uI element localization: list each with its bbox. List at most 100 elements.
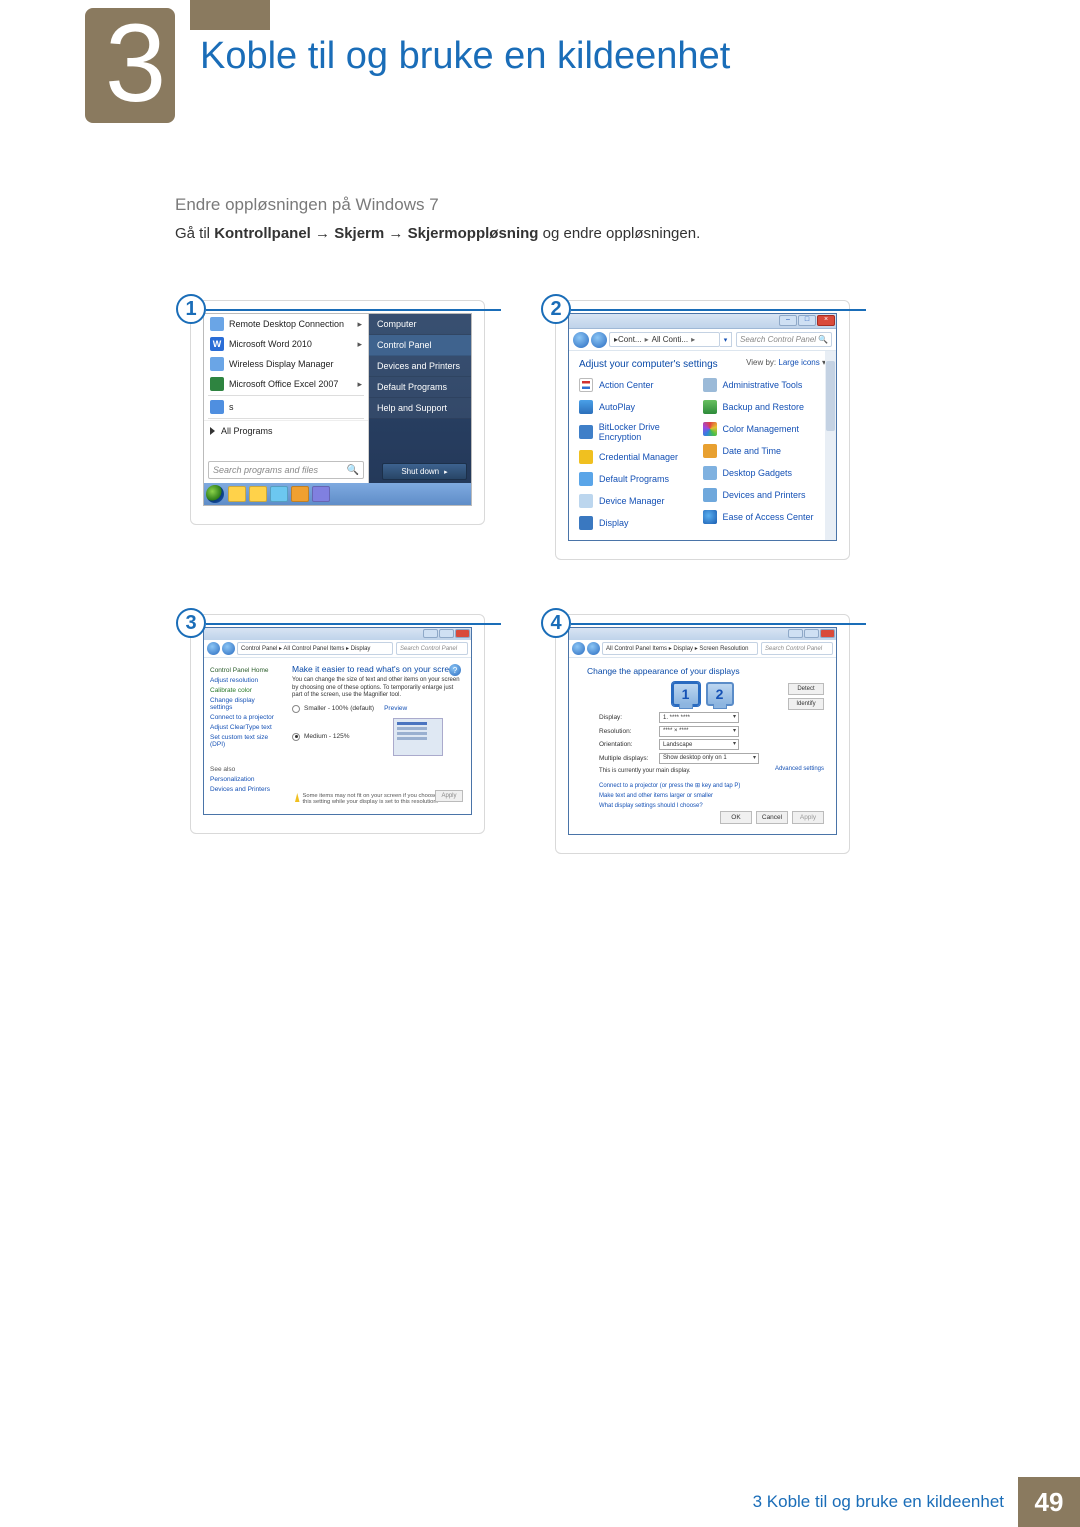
ok-button[interactable]: OK [720,811,752,824]
backup-icon [703,400,717,414]
cp-item-gadgets[interactable]: Desktop Gadgets [703,462,827,484]
taskbar-icon[interactable] [270,486,288,502]
maximize-button[interactable] [439,629,454,638]
start-link-help-support[interactable]: Help and Support [369,398,471,419]
maximize-button[interactable] [804,629,819,638]
cp-item-devices-printers[interactable]: Devices and Printers [703,484,827,506]
back-icon[interactable] [572,642,585,655]
cp-item-action-center[interactable]: Action Center [579,374,703,396]
search-input[interactable]: Search Control Panel🔍 [736,332,832,347]
back-icon[interactable] [207,642,220,655]
cp-item-ease-of-access[interactable]: Ease of Access Center [703,506,827,528]
start-link-computer[interactable]: Computer [369,314,471,335]
help-icon[interactable]: ? [449,664,461,676]
cp-item-color[interactable]: Color Management [703,418,827,440]
cancel-button[interactable]: Cancel [756,811,788,824]
side-link[interactable]: Connect to a projector [210,714,278,721]
start-menu-item[interactable]: Remote Desktop Connection▸ [204,314,368,334]
close-button[interactable] [455,629,470,638]
side-link-active[interactable]: Calibrate color [210,687,278,694]
start-menu-item[interactable]: Wireless Display Manager [204,354,368,374]
monitor-2[interactable]: 2 [706,682,734,706]
close-button[interactable]: × [817,315,835,326]
cp-item-admin-tools[interactable]: Administrative Tools [703,374,827,396]
taskbar-icon[interactable] [312,486,330,502]
cp-item-backup[interactable]: Backup and Restore [703,396,827,418]
lbl-display: Display: [599,714,659,721]
radio-smaller[interactable]: Smaller - 100% (default)Preview [292,705,463,713]
identify-button[interactable]: Identify [788,698,824,710]
orientation-select[interactable]: Landscape [659,739,739,750]
taskbar-icon[interactable] [249,486,267,502]
breadcrumb[interactable]: ▸Cont...▸All Conti...▸ [609,332,720,347]
apply-button[interactable]: Apply [435,790,463,802]
taskbar-icon[interactable] [291,486,309,502]
cp-item-datetime[interactable]: Date and Time [703,440,827,462]
larger-link[interactable]: Make text and other items larger or smal… [599,793,836,799]
detect-identify-buttons: Detect Identify [788,683,824,713]
close-button[interactable] [820,629,835,638]
projector-link[interactable]: Connect to a projector (or press the ⊞ k… [599,782,836,789]
scrollbar[interactable] [825,351,836,540]
cp-item-autoplay[interactable]: AutoPlay [579,396,703,418]
cp-item-label: Action Center [599,380,654,390]
word-icon: W [210,337,224,351]
preview-link[interactable]: Preview [384,705,407,712]
side-link[interactable]: Set custom text size (DPI) [210,734,278,748]
step-line-3 [206,623,501,625]
programs-icon [579,472,593,486]
apply-button[interactable]: Apply [792,811,824,824]
taskbar-icon[interactable] [228,486,246,502]
monitor-1[interactable]: 1 [672,682,700,706]
start-menu-item[interactable]: WMicrosoft Word 2010▸ [204,334,368,354]
what-link[interactable]: What display settings should I choose? [599,803,836,809]
breadcrumb[interactable]: All Control Panel Items ▸ Display ▸ Scre… [602,642,758,655]
minimize-button[interactable]: – [779,315,797,326]
all-programs-button[interactable]: All Programs [204,420,368,440]
minimize-button[interactable] [423,629,438,638]
cp-item-display[interactable]: Display [579,512,703,534]
start-menu-item[interactable]: Microsoft Office Excel 2007▸ [204,374,368,394]
cp-item-default-programs[interactable]: Default Programs [579,468,703,490]
back-icon[interactable] [573,332,589,348]
side-link[interactable]: Adjust resolution [210,677,278,684]
side-link[interactable]: Devices and Printers [210,786,278,793]
minimize-button[interactable] [788,629,803,638]
start-link-default-programs[interactable]: Default Programs [369,377,471,398]
start-item-label: Wireless Display Manager [229,359,334,369]
breadcrumb[interactable]: Control Panel ▸ All Control Panel Items … [237,642,393,655]
forward-icon[interactable] [591,332,607,348]
shutdown-button[interactable]: Shut down▸ [382,463,467,480]
instr-prefix: Gå til [175,225,214,242]
dropdown-icon[interactable]: ▾ [720,332,732,347]
start-link-devices-printers[interactable]: Devices and Printers [369,356,471,377]
advanced-settings-link[interactable]: Advanced settings [775,766,824,772]
page-footer: 3 Koble til og bruke en kildeenhet 49 [0,1477,1080,1527]
start-orb-icon[interactable] [206,485,224,503]
forward-icon[interactable] [587,642,600,655]
display-select[interactable]: 1. **** **** [659,712,739,723]
search-placeholder: Search Control Panel [765,646,822,652]
viewby-link[interactable]: Large icons [778,358,819,367]
lock-icon [579,425,593,439]
detect-button[interactable]: Detect [788,683,824,695]
cp-item-bitlocker[interactable]: BitLocker Drive Encryption [579,418,703,446]
side-link[interactable]: Personalization [210,776,278,783]
scrollbar-thumb[interactable] [826,361,835,431]
cp-item-credential[interactable]: Credential Manager [579,446,703,468]
search-input[interactable]: Search Control Panel [396,642,468,655]
resolution-select[interactable]: **** × **** [659,726,739,737]
start-menu-item[interactable]: s [204,397,368,417]
cp-item-device-manager[interactable]: Device Manager [579,490,703,512]
start-link-control-panel[interactable]: Control Panel [369,335,471,356]
side-link[interactable]: Adjust ClearType text [210,724,278,731]
maximize-button[interactable]: □ [798,315,816,326]
side-link[interactable]: Change display settings [210,697,278,711]
search-programs-input[interactable]: Search programs and files🔍 [208,461,364,479]
multiple-displays-select[interactable]: Show desktop only on 1 [659,753,759,764]
side-home[interactable]: Control Panel Home [210,667,278,674]
search-input[interactable]: Search Control Panel [761,642,833,655]
nav-bar: All Control Panel Items ▸ Display ▸ Scre… [569,640,836,658]
window-titlebar [569,628,836,640]
forward-icon[interactable] [222,642,235,655]
